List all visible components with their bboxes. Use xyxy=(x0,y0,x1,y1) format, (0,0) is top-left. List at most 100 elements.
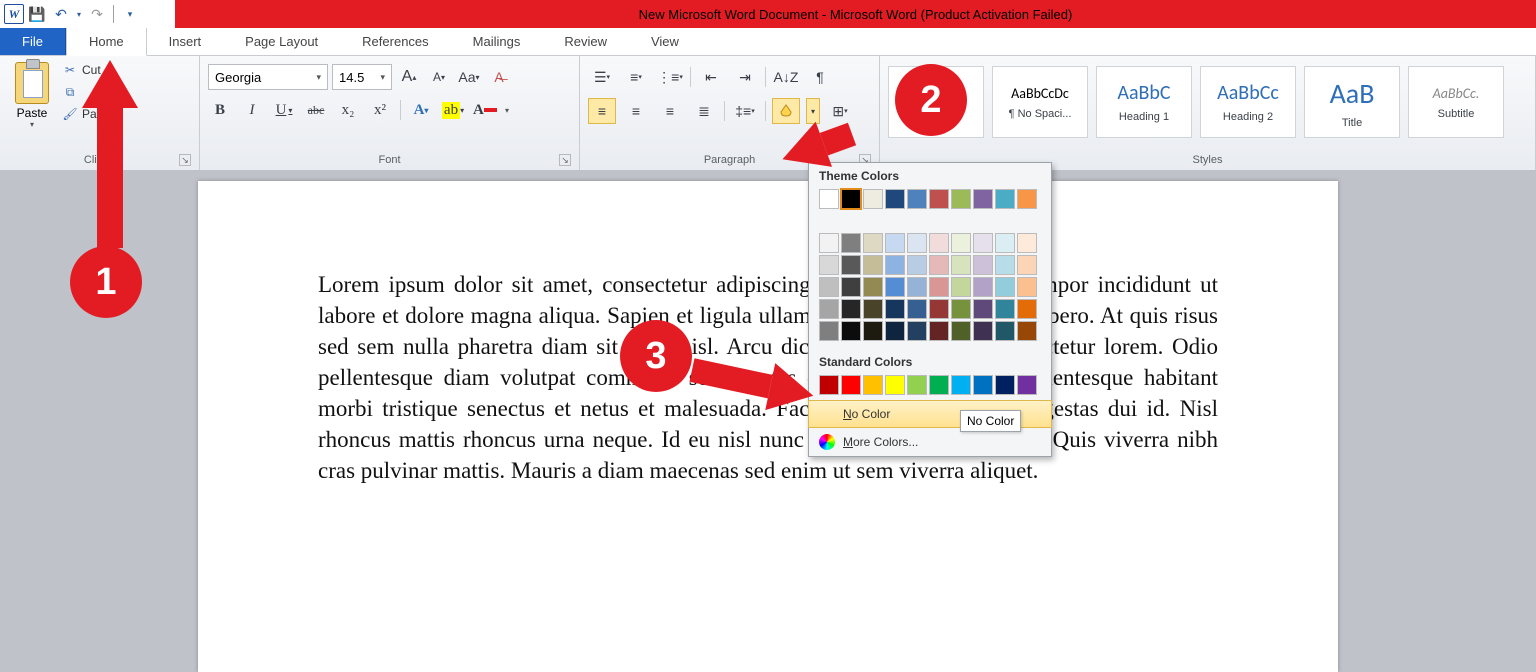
theme-swatch[interactable] xyxy=(841,277,861,297)
theme-swatch[interactable] xyxy=(841,299,861,319)
theme-swatch[interactable] xyxy=(951,255,971,275)
bold-button[interactable]: B xyxy=(208,98,232,122)
theme-swatch[interactable] xyxy=(951,277,971,297)
theme-swatch[interactable] xyxy=(907,233,927,253)
theme-swatch[interactable] xyxy=(995,233,1015,253)
theme-swatch[interactable] xyxy=(929,277,949,297)
theme-swatch[interactable] xyxy=(863,321,883,341)
theme-swatch[interactable] xyxy=(819,189,839,209)
theme-swatch[interactable] xyxy=(841,189,861,209)
theme-swatch[interactable] xyxy=(885,255,905,275)
justify-button[interactable]: ≣ xyxy=(690,98,718,124)
tab-references[interactable]: References xyxy=(340,28,450,55)
paste-button[interactable]: Paste ▾ xyxy=(8,62,56,129)
theme-swatch[interactable] xyxy=(819,255,839,275)
strikethrough-button[interactable]: abc xyxy=(304,98,328,122)
decrease-indent-button[interactable]: ⇤ xyxy=(697,64,725,90)
increase-indent-button[interactable]: ⇥ xyxy=(731,64,759,90)
theme-swatch[interactable] xyxy=(973,233,993,253)
standard-swatch[interactable] xyxy=(863,375,883,395)
theme-swatch[interactable] xyxy=(863,189,883,209)
theme-swatch[interactable] xyxy=(951,189,971,209)
line-spacing-button[interactable]: ‡≡▾ xyxy=(731,98,759,124)
theme-swatch[interactable] xyxy=(841,321,861,341)
align-right-button[interactable]: ≡ xyxy=(656,98,684,124)
theme-swatch[interactable] xyxy=(819,233,839,253)
underline-button[interactable]: U▾ xyxy=(272,98,296,122)
standard-swatch[interactable] xyxy=(819,375,839,395)
style-tile-2[interactable]: AaBbCHeading 1 xyxy=(1096,66,1192,138)
theme-swatch[interactable] xyxy=(863,233,883,253)
theme-swatch[interactable] xyxy=(995,255,1015,275)
standard-swatch[interactable] xyxy=(929,375,949,395)
standard-swatch[interactable] xyxy=(973,375,993,395)
sort-button[interactable]: A↓Z xyxy=(772,64,800,90)
theme-swatch[interactable] xyxy=(907,189,927,209)
theme-swatch[interactable] xyxy=(973,189,993,209)
theme-swatch[interactable] xyxy=(885,299,905,319)
theme-swatch[interactable] xyxy=(929,189,949,209)
font-launcher-icon[interactable]: ↘ xyxy=(559,154,571,166)
show-marks-button[interactable]: ¶ xyxy=(806,64,834,90)
tab-mailings[interactable]: Mailings xyxy=(451,28,543,55)
theme-swatch[interactable] xyxy=(885,321,905,341)
clipboard-launcher-icon[interactable]: ↘ xyxy=(179,154,191,166)
theme-swatch[interactable] xyxy=(973,255,993,275)
theme-swatch[interactable] xyxy=(863,255,883,275)
theme-swatch[interactable] xyxy=(929,233,949,253)
theme-swatch[interactable] xyxy=(995,277,1015,297)
theme-swatch[interactable] xyxy=(973,321,993,341)
redo-icon[interactable]: ↷ xyxy=(86,3,108,25)
theme-swatch[interactable] xyxy=(841,255,861,275)
theme-swatch[interactable] xyxy=(951,233,971,253)
theme-swatch[interactable] xyxy=(973,277,993,297)
theme-swatch[interactable] xyxy=(907,277,927,297)
undo-icon[interactable]: ↶ xyxy=(50,3,72,25)
italic-button[interactable]: I xyxy=(240,98,264,122)
standard-swatch[interactable] xyxy=(1017,375,1037,395)
theme-swatch[interactable] xyxy=(841,233,861,253)
theme-swatch[interactable] xyxy=(819,299,839,319)
subscript-button[interactable]: x₂ xyxy=(336,98,360,122)
text-effects-button[interactable]: A▾ xyxy=(409,98,433,122)
undo-dropdown-icon[interactable]: ▾ xyxy=(74,3,84,25)
theme-swatch[interactable] xyxy=(885,189,905,209)
standard-swatch[interactable] xyxy=(951,375,971,395)
theme-swatch[interactable] xyxy=(819,321,839,341)
font-name-combo[interactable]: Georgia▾ xyxy=(208,64,328,90)
style-tile-1[interactable]: AaBbCcDc¶ No Spaci... xyxy=(992,66,1088,138)
theme-swatch[interactable] xyxy=(863,299,883,319)
standard-swatch[interactable] xyxy=(907,375,927,395)
theme-swatch[interactable] xyxy=(1017,255,1037,275)
theme-swatch[interactable] xyxy=(995,299,1015,319)
tab-review[interactable]: Review xyxy=(542,28,629,55)
standard-swatch[interactable] xyxy=(841,375,861,395)
theme-swatch[interactable] xyxy=(1017,299,1037,319)
clear-formatting-button[interactable]: A̶ xyxy=(486,64,512,90)
bullets-button[interactable]: ☰▾ xyxy=(588,64,616,90)
theme-swatch[interactable] xyxy=(951,321,971,341)
standard-swatch[interactable] xyxy=(885,375,905,395)
theme-swatch[interactable] xyxy=(973,299,993,319)
tab-home[interactable]: Home xyxy=(66,28,147,56)
font-color-button[interactable]: A xyxy=(473,98,497,122)
theme-swatch[interactable] xyxy=(929,255,949,275)
align-center-button[interactable]: ≡ xyxy=(622,98,650,124)
multilevel-list-button[interactable]: ⋮≡▾ xyxy=(656,64,684,90)
theme-swatch[interactable] xyxy=(995,321,1015,341)
theme-swatch[interactable] xyxy=(1017,277,1037,297)
tab-file[interactable]: File xyxy=(0,28,66,55)
theme-swatch[interactable] xyxy=(907,299,927,319)
theme-swatch[interactable] xyxy=(907,255,927,275)
theme-swatch[interactable] xyxy=(995,189,1015,209)
theme-swatch[interactable] xyxy=(1017,321,1037,341)
theme-swatch[interactable] xyxy=(885,233,905,253)
standard-swatch[interactable] xyxy=(995,375,1015,395)
style-tile-4[interactable]: AaBTitle xyxy=(1304,66,1400,138)
change-case-button[interactable]: Aa▾ xyxy=(456,64,482,90)
highlight-button[interactable]: ab▾ xyxy=(441,98,465,122)
style-tile-5[interactable]: AaBbCc.Subtitle xyxy=(1408,66,1504,138)
tab-page-layout[interactable]: Page Layout xyxy=(223,28,340,55)
tab-insert[interactable]: Insert xyxy=(147,28,224,55)
superscript-button[interactable]: x² xyxy=(368,98,392,122)
